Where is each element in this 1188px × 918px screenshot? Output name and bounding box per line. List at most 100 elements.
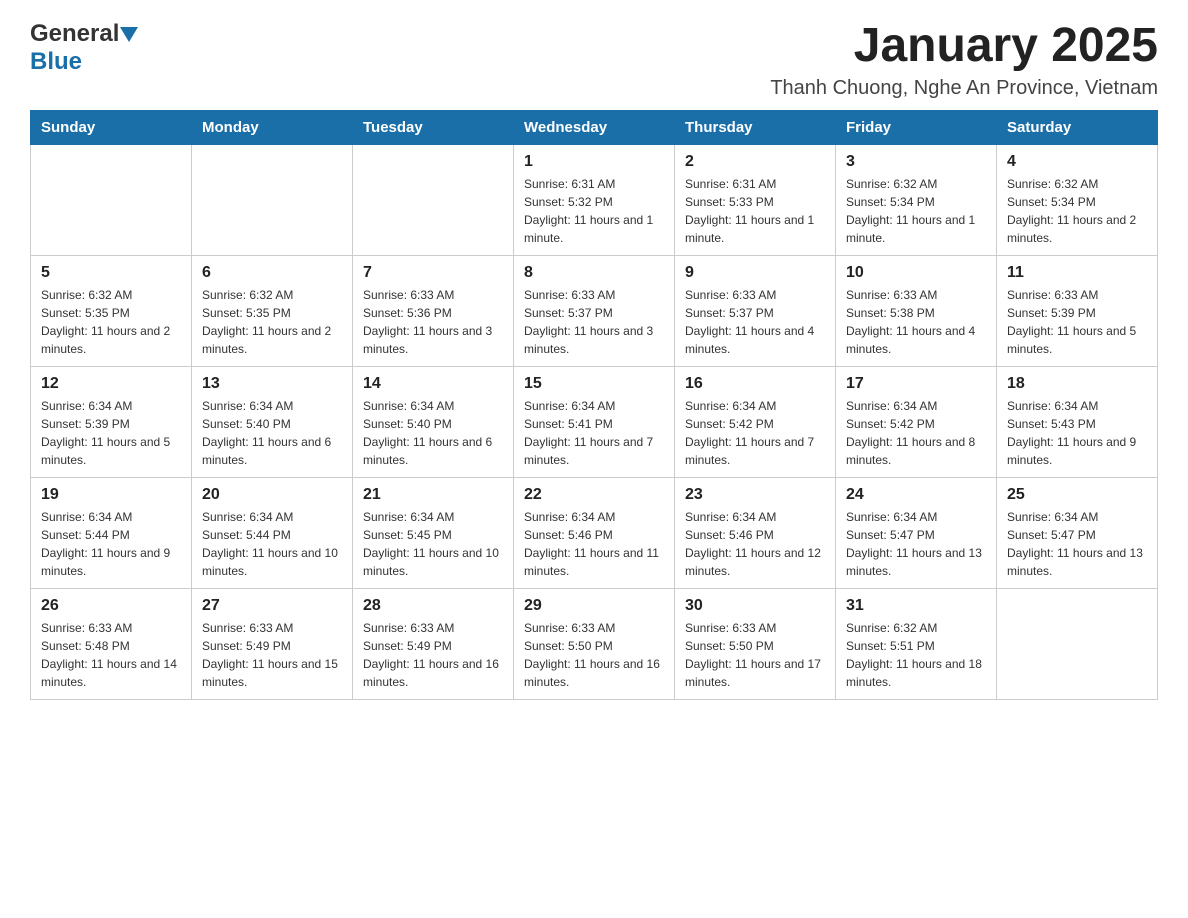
- day-info: Sunrise: 6:34 AM Sunset: 5:42 PM Dayligh…: [846, 397, 986, 469]
- logo-blue-text: Blue: [30, 48, 82, 75]
- day-info: Sunrise: 6:34 AM Sunset: 5:45 PM Dayligh…: [363, 508, 503, 580]
- day-number: 29: [524, 597, 664, 615]
- day-number: 25: [1007, 486, 1147, 504]
- day-info: Sunrise: 6:32 AM Sunset: 5:51 PM Dayligh…: [846, 619, 986, 691]
- calendar-day-cell: 1Sunrise: 6:31 AM Sunset: 5:32 PM Daylig…: [514, 144, 675, 255]
- calendar-day-cell: 13 Sunrise: 6:34 AM Sunset: 5:40 PM Dayli…: [192, 366, 353, 477]
- calendar-day-cell: 3 Sunrise: 6:32 AM Sunset: 5:34 PM Daylig…: [836, 144, 997, 255]
- day-number: 14: [363, 375, 503, 393]
- calendar-day-cell: 17Sunrise: 6:34 AM Sunset: 5:42 PM Dayli…: [836, 366, 997, 477]
- day-of-week-header: Thursday: [675, 110, 836, 144]
- day-number: 3: [846, 153, 986, 171]
- day-number: 19: [41, 486, 181, 504]
- calendar-table: SundayMondayTuesdayWednesdayThursdayFrid…: [30, 110, 1158, 700]
- day-number: 31: [846, 597, 986, 615]
- title-section: January 2025 Thanh Chuong, Nghe An Provi…: [770, 20, 1158, 100]
- day-number: 9: [685, 264, 825, 282]
- calendar-day-cell: 30 Sunrise: 6:33 AM Sunset: 5:50 PM Dayli…: [675, 588, 836, 699]
- calendar-day-cell: 16Sunrise: 6:34 AM Sunset: 5:42 PM Dayli…: [675, 366, 836, 477]
- day-number: 26: [41, 597, 181, 615]
- calendar-day-cell: 20 Sunrise: 6:34 AM Sunset: 5:44 PM Dayli…: [192, 477, 353, 588]
- day-of-week-header: Wednesday: [514, 110, 675, 144]
- day-info: Sunrise: 6:33 AM Sunset: 5:49 PM Dayligh…: [363, 619, 503, 691]
- day-info: Sunrise: 6:33 AM Sunset: 5:49 PM Dayligh…: [202, 619, 342, 691]
- calendar-header: SundayMondayTuesdayWednesdayThursdayFrid…: [31, 110, 1158, 144]
- day-info: Sunrise: 6:33 AM Sunset: 5:50 PM Dayligh…: [685, 619, 825, 691]
- day-number: 18: [1007, 375, 1147, 393]
- day-number: 20: [202, 486, 342, 504]
- day-number: 24: [846, 486, 986, 504]
- day-number: 13: [202, 375, 342, 393]
- calendar-day-cell: 15Sunrise: 6:34 AM Sunset: 5:41 PM Dayli…: [514, 366, 675, 477]
- day-info: Sunrise: 6:31 AM Sunset: 5:33 PM Dayligh…: [685, 175, 825, 247]
- calendar-day-cell: 5Sunrise: 6:32 AM Sunset: 5:35 PM Daylig…: [31, 255, 192, 366]
- day-number: 21: [363, 486, 503, 504]
- calendar-day-cell: [997, 588, 1158, 699]
- day-info: Sunrise: 6:34 AM Sunset: 5:39 PM Dayligh…: [41, 397, 181, 469]
- calendar-day-cell: 2 Sunrise: 6:31 AM Sunset: 5:33 PM Daylig…: [675, 144, 836, 255]
- day-info: Sunrise: 6:34 AM Sunset: 5:44 PM Dayligh…: [41, 508, 181, 580]
- day-number: 2: [685, 153, 825, 171]
- day-number: 10: [846, 264, 986, 282]
- day-info: Sunrise: 6:34 AM Sunset: 5:40 PM Dayligh…: [202, 397, 342, 469]
- day-info: Sunrise: 6:33 AM Sunset: 5:50 PM Dayligh…: [524, 619, 664, 691]
- calendar-day-cell: [353, 144, 514, 255]
- day-info: Sunrise: 6:33 AM Sunset: 5:39 PM Dayligh…: [1007, 286, 1147, 358]
- day-info: Sunrise: 6:34 AM Sunset: 5:41 PM Dayligh…: [524, 397, 664, 469]
- day-number: 8: [524, 264, 664, 282]
- calendar-day-cell: 24 Sunrise: 6:34 AM Sunset: 5:47 PM Dayli…: [836, 477, 997, 588]
- day-number: 30: [685, 597, 825, 615]
- calendar-week-row: 19 Sunrise: 6:34 AM Sunset: 5:44 PM Dayli…: [31, 477, 1158, 588]
- calendar-day-cell: 9 Sunrise: 6:33 AM Sunset: 5:37 PM Daylig…: [675, 255, 836, 366]
- logo: General Blue: [30, 20, 138, 76]
- calendar-day-cell: 11Sunrise: 6:33 AM Sunset: 5:39 PM Dayli…: [997, 255, 1158, 366]
- location-subtitle: Thanh Chuong, Nghe An Province, Vietnam: [770, 77, 1158, 100]
- calendar-day-cell: 18 Sunrise: 6:34 AM Sunset: 5:43 PM Dayli…: [997, 366, 1158, 477]
- calendar-day-cell: 10 Sunrise: 6:33 AM Sunset: 5:38 PM Dayli…: [836, 255, 997, 366]
- day-info: Sunrise: 6:33 AM Sunset: 5:38 PM Dayligh…: [846, 286, 986, 358]
- day-info: Sunrise: 6:34 AM Sunset: 5:46 PM Dayligh…: [524, 508, 664, 580]
- calendar-week-row: 5Sunrise: 6:32 AM Sunset: 5:35 PM Daylig…: [31, 255, 1158, 366]
- day-of-week-header: Saturday: [997, 110, 1158, 144]
- calendar-day-cell: 25 Sunrise: 6:34 AM Sunset: 5:47 PM Dayli…: [997, 477, 1158, 588]
- day-number: 22: [524, 486, 664, 504]
- day-info: Sunrise: 6:34 AM Sunset: 5:44 PM Dayligh…: [202, 508, 342, 580]
- day-info: Sunrise: 6:34 AM Sunset: 5:43 PM Dayligh…: [1007, 397, 1147, 469]
- calendar-day-cell: 7 Sunrise: 6:33 AM Sunset: 5:36 PM Daylig…: [353, 255, 514, 366]
- day-number: 6: [202, 264, 342, 282]
- day-info: Sunrise: 6:34 AM Sunset: 5:40 PM Dayligh…: [363, 397, 503, 469]
- day-of-week-header: Sunday: [31, 110, 192, 144]
- day-of-week-header: Tuesday: [353, 110, 514, 144]
- day-info: Sunrise: 6:33 AM Sunset: 5:37 PM Dayligh…: [685, 286, 825, 358]
- day-number: 16: [685, 375, 825, 393]
- day-info: Sunrise: 6:31 AM Sunset: 5:32 PM Dayligh…: [524, 175, 664, 247]
- day-number: 27: [202, 597, 342, 615]
- calendar-body: 1Sunrise: 6:31 AM Sunset: 5:32 PM Daylig…: [31, 144, 1158, 699]
- calendar-week-row: 12 Sunrise: 6:34 AM Sunset: 5:39 PM Dayli…: [31, 366, 1158, 477]
- calendar-day-cell: 22 Sunrise: 6:34 AM Sunset: 5:46 PM Dayli…: [514, 477, 675, 588]
- calendar-day-cell: 26Sunrise: 6:33 AM Sunset: 5:48 PM Dayli…: [31, 588, 192, 699]
- day-of-week-header: Friday: [836, 110, 997, 144]
- calendar-day-cell: 8Sunrise: 6:33 AM Sunset: 5:37 PM Daylig…: [514, 255, 675, 366]
- day-number: 4: [1007, 153, 1147, 171]
- day-info: Sunrise: 6:32 AM Sunset: 5:34 PM Dayligh…: [1007, 175, 1147, 247]
- day-info: Sunrise: 6:34 AM Sunset: 5:46 PM Dayligh…: [685, 508, 825, 580]
- calendar-day-cell: 23Sunrise: 6:34 AM Sunset: 5:46 PM Dayli…: [675, 477, 836, 588]
- logo-triangle-icon: [120, 27, 138, 42]
- day-number: 12: [41, 375, 181, 393]
- month-year-title: January 2025: [770, 20, 1158, 73]
- day-info: Sunrise: 6:34 AM Sunset: 5:47 PM Dayligh…: [846, 508, 986, 580]
- header-row: SundayMondayTuesdayWednesdayThursdayFrid…: [31, 110, 1158, 144]
- day-info: Sunrise: 6:34 AM Sunset: 5:47 PM Dayligh…: [1007, 508, 1147, 580]
- calendar-day-cell: 28Sunrise: 6:33 AM Sunset: 5:49 PM Dayli…: [353, 588, 514, 699]
- day-info: Sunrise: 6:32 AM Sunset: 5:34 PM Dayligh…: [846, 175, 986, 247]
- day-info: Sunrise: 6:33 AM Sunset: 5:36 PM Dayligh…: [363, 286, 503, 358]
- logo-general-text: General: [30, 20, 119, 48]
- calendar-day-cell: 19 Sunrise: 6:34 AM Sunset: 5:44 PM Dayli…: [31, 477, 192, 588]
- calendar-day-cell: 4 Sunrise: 6:32 AM Sunset: 5:34 PM Daylig…: [997, 144, 1158, 255]
- calendar-day-cell: 21 Sunrise: 6:34 AM Sunset: 5:45 PM Dayli…: [353, 477, 514, 588]
- calendar-day-cell: [31, 144, 192, 255]
- calendar-day-cell: 29 Sunrise: 6:33 AM Sunset: 5:50 PM Dayli…: [514, 588, 675, 699]
- day-of-week-header: Monday: [192, 110, 353, 144]
- day-number: 7: [363, 264, 503, 282]
